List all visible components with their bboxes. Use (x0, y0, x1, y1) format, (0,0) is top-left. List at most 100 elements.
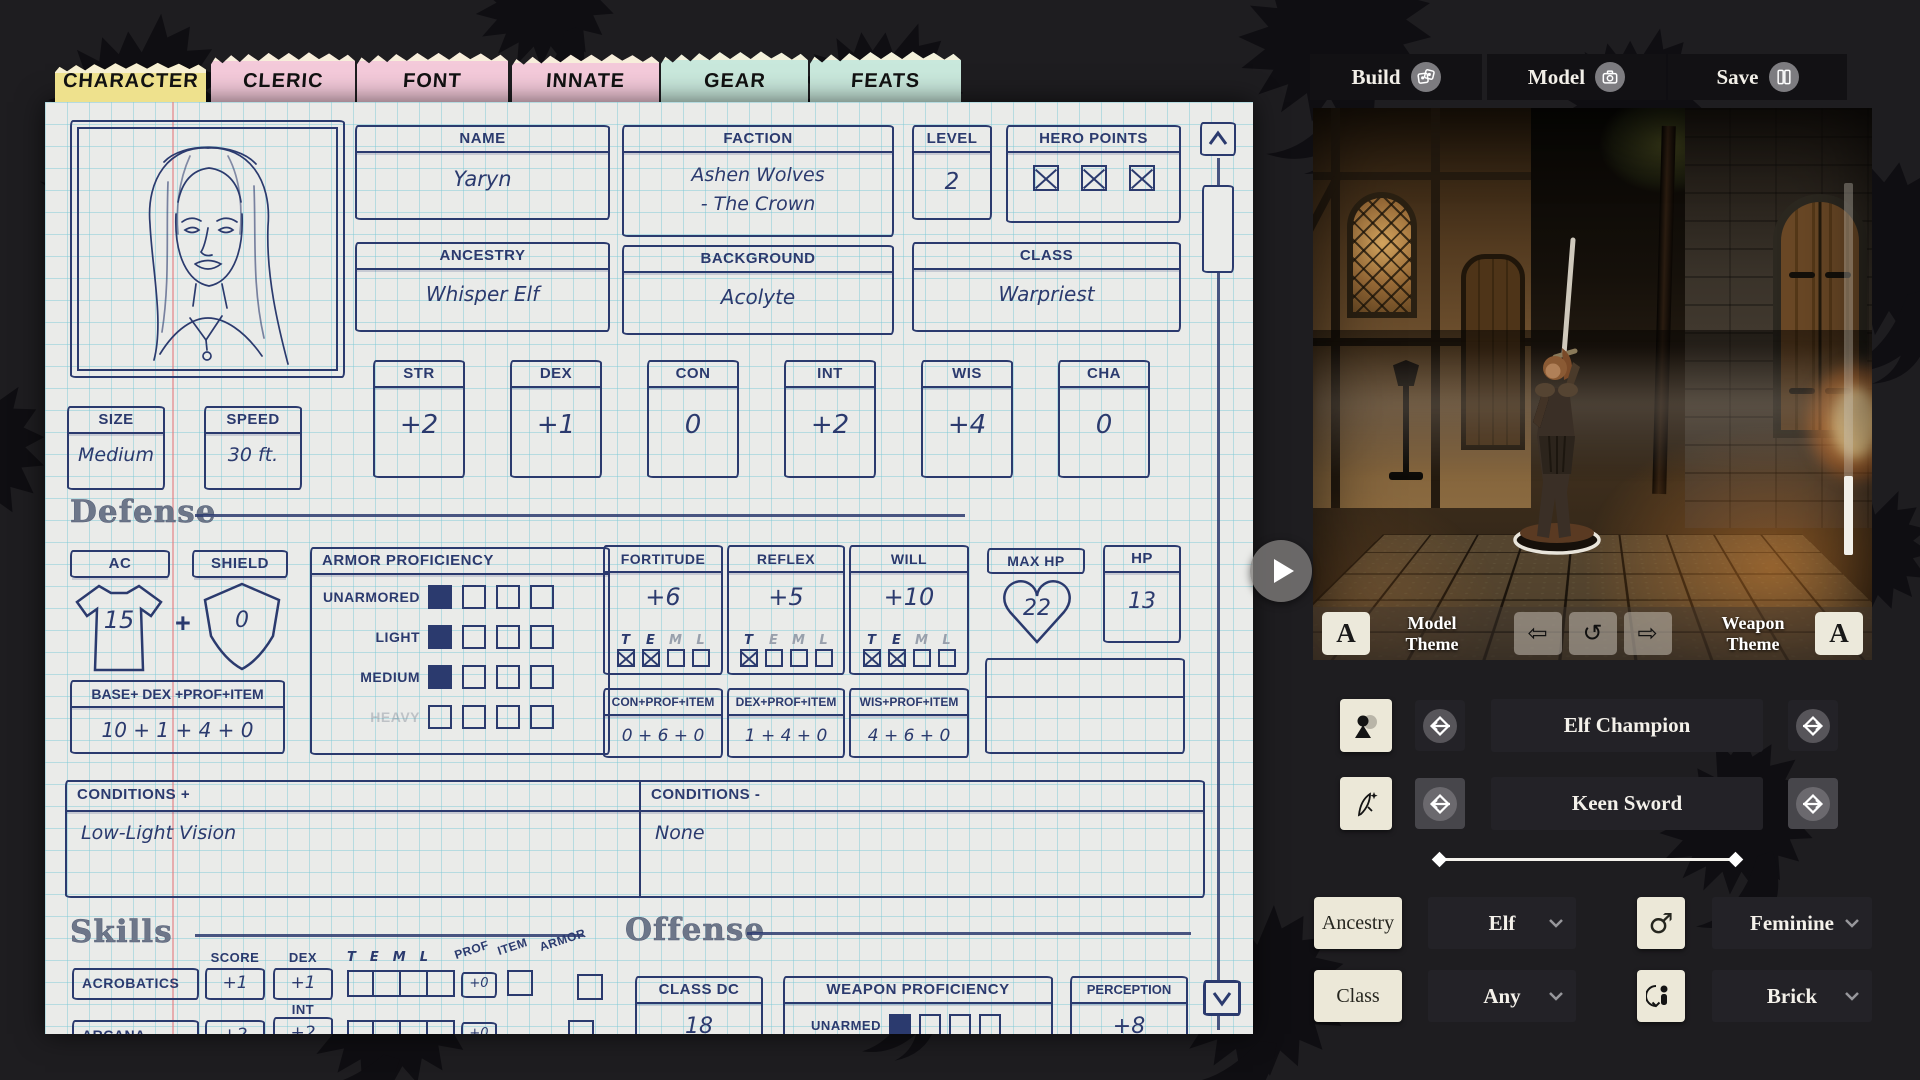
pose-toggle-button[interactable] (1637, 970, 1685, 1022)
class-filter-button[interactable]: Class (1314, 970, 1402, 1022)
skill-item-box[interactable] (568, 1020, 594, 1034)
skill-teml-box[interactable] (401, 1020, 428, 1034)
teml-box[interactable] (863, 649, 881, 667)
hero-point-box[interactable] (1081, 165, 1107, 191)
tab-cleric[interactable]: CLERIC (211, 45, 355, 102)
slider-handle-left[interactable] (1432, 852, 1448, 868)
armor-prof-box[interactable] (428, 625, 452, 649)
notes-box (985, 658, 1185, 754)
save-fortitude: FORTITUDE +6 T E M L (603, 545, 723, 675)
rotate-right-button[interactable]: ⇨ (1624, 612, 1672, 655)
weapon-prof-box[interactable] (919, 1014, 941, 1034)
ac-plus-sign: + (175, 608, 191, 639)
weapon-prof-box[interactable] (889, 1014, 911, 1034)
slider-track[interactable] (1440, 858, 1736, 861)
armor-prof-box[interactable] (496, 585, 520, 609)
armor-prof-box[interactable] (530, 705, 554, 729)
armor-prof-box[interactable] (428, 585, 452, 609)
tab-gear[interactable]: GEAR (661, 44, 808, 102)
slider-handle-right[interactable] (1728, 852, 1744, 868)
hp-box[interactable]: HP 13 (1103, 545, 1181, 643)
hero-point-box[interactable] (1129, 165, 1155, 191)
class-dropdown[interactable]: Any (1428, 970, 1576, 1022)
reset-rotation-button[interactable]: ↺ (1569, 612, 1617, 655)
weapon-select-field[interactable]: Keen Sword (1491, 777, 1763, 830)
weapon-theme-auto-button[interactable]: A (1815, 612, 1863, 655)
skill-teml-box[interactable] (347, 1020, 374, 1034)
teml-box[interactable] (938, 649, 956, 667)
save-button[interactable]: Save (1668, 54, 1847, 100)
faction-field[interactable]: FACTION Ashen Wolves - The Crown (622, 125, 894, 237)
conditions-box: CONDITIONS + CONDITIONS - Low-Light Visi… (65, 780, 1205, 898)
teml-box[interactable] (815, 649, 833, 667)
skill-teml-box[interactable] (347, 970, 374, 997)
build-button[interactable]: Build (1310, 54, 1482, 100)
teml-box[interactable] (888, 649, 906, 667)
gender-dropdown[interactable]: Feminine (1712, 897, 1872, 949)
weapon-prev-button[interactable] (1415, 778, 1465, 829)
armor-prof-box[interactable] (530, 625, 554, 649)
variant-dropdown[interactable]: Brick (1712, 970, 1872, 1022)
model-select-field[interactable]: Elf Champion (1491, 699, 1763, 752)
armor-prof-box[interactable] (496, 705, 520, 729)
class-field[interactable]: CLASS Warpriest (912, 242, 1181, 332)
teml-box[interactable] (617, 649, 635, 667)
armor-prof-box[interactable] (462, 625, 486, 649)
weapon-icon-button[interactable] (1340, 777, 1392, 830)
armor-prof-box[interactable] (496, 665, 520, 689)
teml-box[interactable] (765, 649, 783, 667)
weapon-prof-box[interactable] (949, 1014, 971, 1034)
teml-box[interactable] (667, 649, 685, 667)
armor-prof-box[interactable] (462, 585, 486, 609)
skill-teml-box[interactable] (428, 970, 455, 997)
level-field[interactable]: LEVEL 2 (912, 125, 992, 220)
armor-prof-box[interactable] (462, 705, 486, 729)
armor-prof-box[interactable] (530, 665, 554, 689)
ability-value: +2 (375, 410, 463, 440)
model-prev-button[interactable] (1415, 700, 1465, 751)
skill-item-box[interactable] (507, 970, 533, 996)
tab-feats[interactable]: FEATS (810, 44, 961, 102)
ancestry-filter-button[interactable]: Ancestry (1314, 897, 1402, 949)
armor-prof-box[interactable] (496, 625, 520, 649)
gender-toggle-button[interactable]: ♂ (1637, 897, 1685, 949)
weapon-next-button[interactable] (1788, 778, 1838, 829)
tab-font[interactable]: FONT (357, 45, 508, 102)
skill-armor-box[interactable] (577, 974, 603, 1000)
armor-prof-box[interactable] (428, 665, 452, 689)
skill-teml-box[interactable] (401, 970, 428, 997)
teml-box[interactable] (692, 649, 710, 667)
tab-character[interactable]: CHARACTER (55, 57, 206, 102)
ancestry-dropdown[interactable]: Elf (1428, 897, 1576, 949)
weapon-prof-box[interactable] (979, 1014, 1001, 1034)
model-viewport[interactable]: A Model Theme ⇦ ↺ ⇨ Weapon Theme A (1313, 108, 1872, 660)
teml-box[interactable] (740, 649, 758, 667)
name-field[interactable]: NAME Yaryn (355, 125, 610, 220)
character-icon-button[interactable] (1340, 699, 1392, 752)
scroll-up-button[interactable] (1200, 122, 1236, 156)
teml-box[interactable] (913, 649, 931, 667)
model-button[interactable]: Model (1487, 54, 1666, 100)
scroll-down-button[interactable] (1203, 980, 1241, 1016)
background-field[interactable]: BACKGROUND Acolyte (622, 245, 894, 335)
skill-score-box: +2 (205, 1020, 265, 1034)
hero-point-box[interactable] (1033, 165, 1059, 191)
tab-innate[interactable]: INNATE (512, 47, 659, 102)
scrollbar-track[interactable] (1217, 158, 1220, 1030)
armor-prof-box[interactable] (428, 705, 452, 729)
armor-prof-box[interactable] (462, 665, 486, 689)
model-theme-auto-button[interactable]: A (1322, 612, 1370, 655)
play-button[interactable] (1250, 540, 1312, 602)
skill-teml-box[interactable] (428, 1020, 455, 1034)
skill-teml-box[interactable] (374, 1020, 401, 1034)
teml-box[interactable] (790, 649, 808, 667)
viewer-scrollbar-thumb[interactable] (1844, 476, 1853, 555)
scrollbar-thumb[interactable] (1202, 185, 1234, 273)
portrait-frame (70, 120, 345, 378)
skill-teml-box[interactable] (374, 970, 401, 997)
ancestry-field[interactable]: ANCESTRY Whisper Elf (355, 242, 610, 332)
rotate-left-button[interactable]: ⇦ (1514, 612, 1562, 655)
teml-box[interactable] (642, 649, 660, 667)
model-next-button[interactable] (1788, 700, 1838, 751)
armor-prof-box[interactable] (530, 585, 554, 609)
